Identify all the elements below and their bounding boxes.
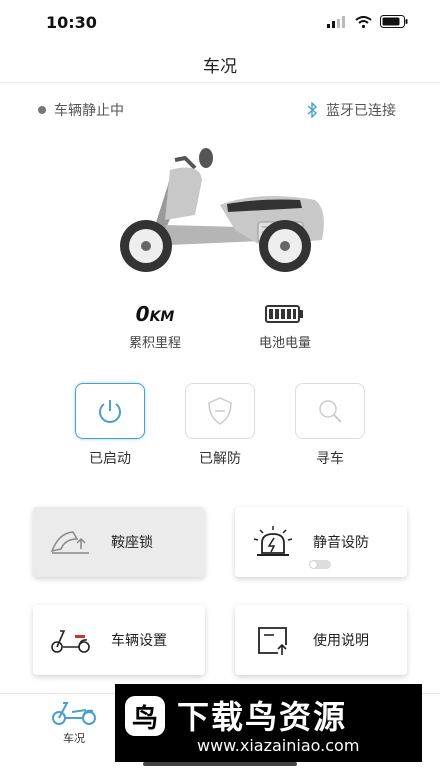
status-icons xyxy=(327,15,408,28)
page-title: 车况 xyxy=(203,57,237,77)
seat-lock-icon xyxy=(45,527,97,557)
bluetooth-state-text: 蓝牙已连接 xyxy=(326,103,396,119)
alarm-light-icon xyxy=(247,525,299,559)
vehicle-settings-label: 车辆设置 xyxy=(111,633,167,649)
mileage-stat: 0KM 累积里程 xyxy=(95,300,215,351)
find-car-label: 寻车 xyxy=(316,451,344,467)
seat-lock-label: 鞍座锁 xyxy=(111,535,153,551)
manual-icon xyxy=(247,623,299,657)
start-label: 已启动 xyxy=(89,451,131,467)
manual-label: 使用说明 xyxy=(313,633,369,649)
bluetooth-state: 蓝牙已连接 xyxy=(306,100,396,120)
disarm-button-box[interactable] xyxy=(185,383,255,439)
mileage-value: 0KM xyxy=(95,300,215,328)
watermark-url: www.xiazainiao.com xyxy=(197,736,360,755)
mileage-label: 累积里程 xyxy=(128,336,181,351)
vehicle-status-row: 车辆静止中 蓝牙已连接 xyxy=(0,100,440,122)
tab-vehicle[interactable]: 车况 xyxy=(44,700,104,746)
home-indicator xyxy=(143,762,297,766)
power-icon xyxy=(99,400,121,423)
scooter-tab-icon xyxy=(52,702,96,725)
clock: 10:30 xyxy=(46,13,97,32)
bluetooth-icon xyxy=(307,102,318,118)
mileage-unit: KM xyxy=(149,309,175,325)
vehicle-state: 车辆静止中 xyxy=(38,100,124,120)
battery-label: 电池电量 xyxy=(258,336,311,351)
vehicle-settings-card[interactable]: 车辆设置 xyxy=(33,605,205,675)
scooter-icon xyxy=(45,626,97,654)
silent-arm-card[interactable]: 静音设防 xyxy=(235,507,407,577)
battery-status-icon xyxy=(380,15,408,28)
mileage-number: 0 xyxy=(135,302,150,326)
tab-vehicle-label: 车况 xyxy=(63,732,85,745)
watermark-banner: 鸟 下载鸟资源 www.xiazainiao.com xyxy=(115,684,422,762)
battery-level-icon xyxy=(225,300,345,328)
state-dot-icon xyxy=(38,106,46,114)
watermark-title: 下载鸟资源 xyxy=(177,698,348,736)
search-icon xyxy=(319,400,342,423)
watermark-logo: 鸟 xyxy=(125,696,165,736)
scooter-image xyxy=(120,148,324,272)
disarm-label: 已解防 xyxy=(199,451,241,467)
shield-icon xyxy=(208,397,232,425)
seat-lock-card[interactable]: 鞍座锁 xyxy=(33,507,205,577)
find-car-button[interactable]: 寻车 xyxy=(295,383,365,468)
vehicle-state-text: 车辆静止中 xyxy=(54,103,124,119)
start-button-box[interactable] xyxy=(75,383,145,439)
start-button[interactable]: 已启动 xyxy=(75,383,145,468)
status-bar: 10:30 xyxy=(0,0,440,44)
signal-icon xyxy=(327,15,345,28)
silent-arm-toggle[interactable] xyxy=(309,560,331,569)
manual-card[interactable]: 使用说明 xyxy=(235,605,407,675)
nav-bar: 车况 xyxy=(0,44,440,83)
battery-stat: 电池电量 xyxy=(225,300,345,351)
silent-arm-label: 静音设防 xyxy=(313,535,369,551)
disarm-button[interactable]: 已解防 xyxy=(185,383,255,468)
find-car-button-box[interactable] xyxy=(295,383,365,439)
wifi-icon xyxy=(355,15,372,28)
